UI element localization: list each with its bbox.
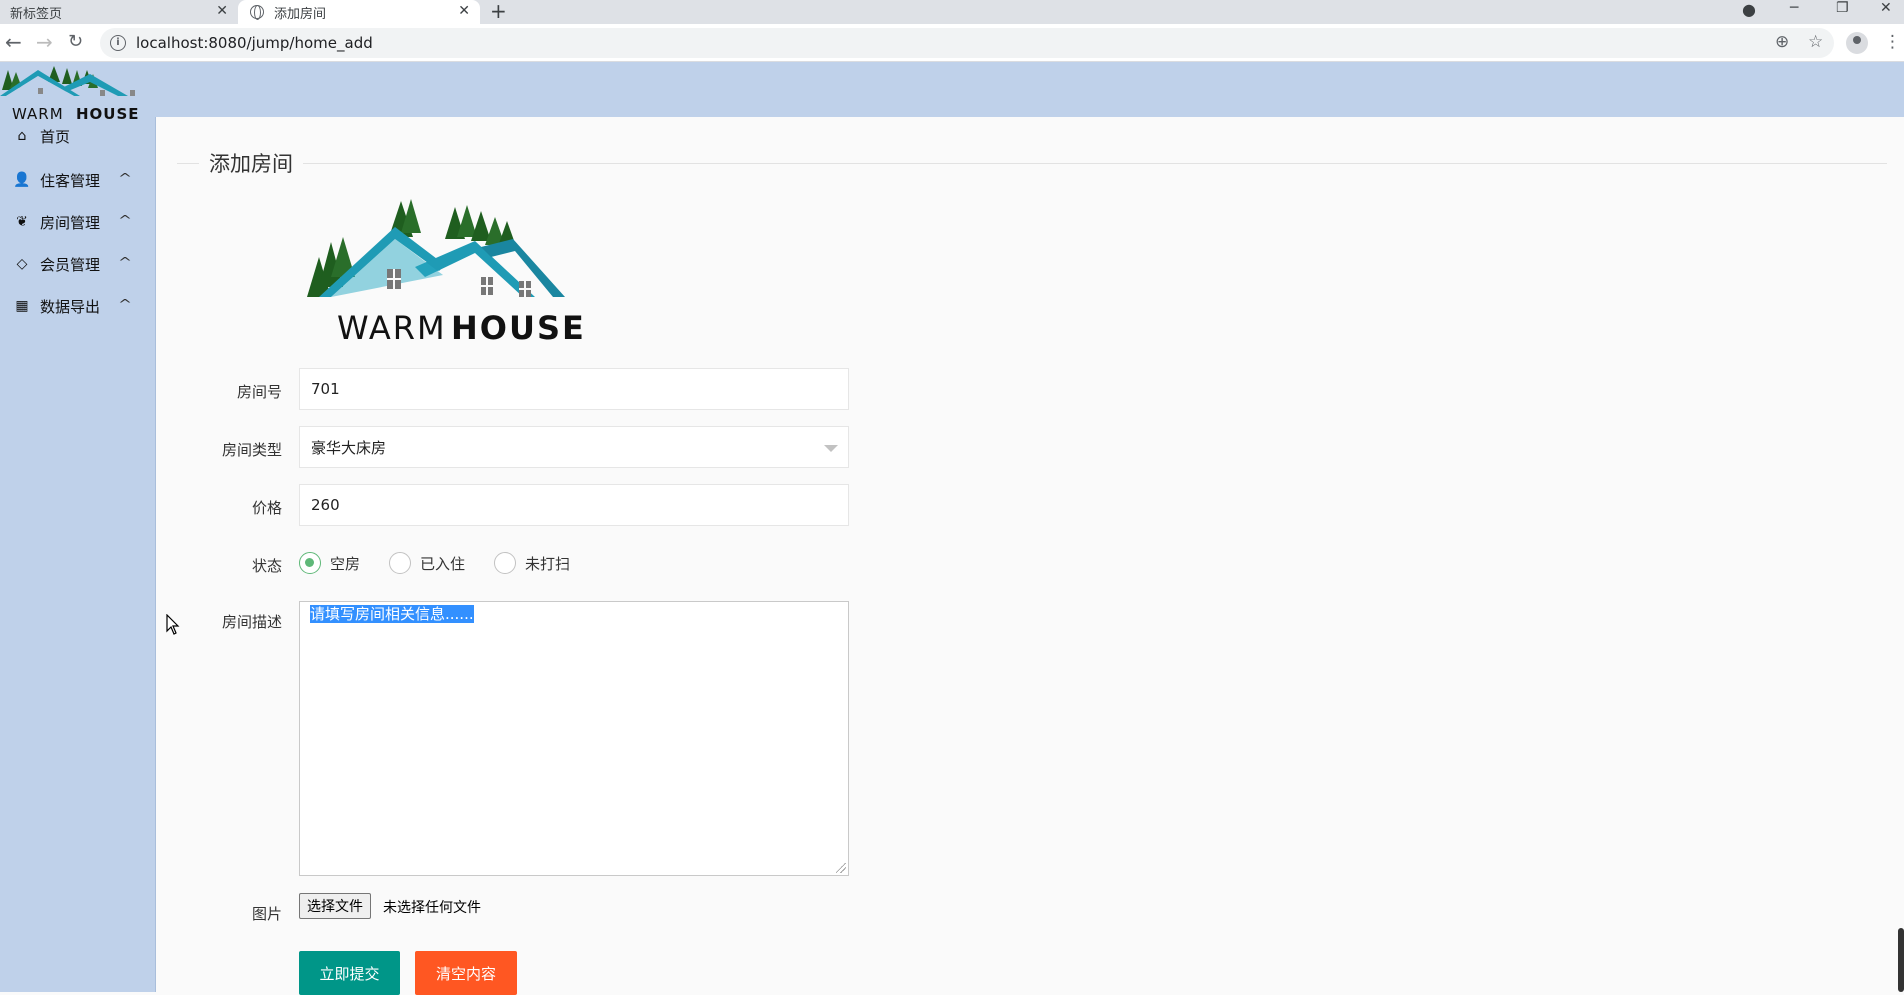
browser-toolbar: ← → ↻ i localhost:8080/jump/home_add ⊕ ☆… bbox=[0, 24, 1904, 62]
file-status-text: 未选择任何文件 bbox=[383, 900, 481, 916]
room-type-select[interactable]: 豪华大床房 bbox=[299, 426, 849, 468]
sidebar-item-label: 数据导出 bbox=[40, 297, 101, 316]
sidebar-item-rooms[interactable]: ❦ 房间管理 ^ bbox=[0, 201, 156, 243]
tab-label: 新标签页 bbox=[10, 6, 63, 22]
profile-menu-icon[interactable]: ● bbox=[1742, 0, 1756, 19]
header-logo[interactable]: WARM HOUSE bbox=[0, 62, 156, 124]
sidebar-item-label: 房间管理 bbox=[40, 213, 101, 232]
price-label: 价格 bbox=[251, 499, 282, 517]
radio-label: 已入住 bbox=[420, 554, 466, 573]
dropdown-arrow-icon bbox=[824, 445, 838, 452]
image-label: 图片 bbox=[251, 905, 282, 923]
chevron-up-icon: ^ bbox=[117, 297, 133, 311]
sidebar-item-label: 首页 bbox=[40, 127, 71, 146]
bookmark-star-icon[interactable]: ☆ bbox=[1808, 32, 1823, 52]
home-icon: ⌂ bbox=[17, 128, 27, 144]
chevron-up-icon: ^ bbox=[117, 255, 133, 269]
status-radio-occupied[interactable]: 已入住 bbox=[389, 552, 465, 574]
room-number-label: 房间号 bbox=[236, 383, 282, 401]
price-value: 260 bbox=[311, 496, 340, 514]
logo-text: WARM bbox=[337, 309, 447, 347]
scrollbar[interactable] bbox=[1898, 928, 1904, 992]
profile-avatar[interactable] bbox=[1846, 32, 1868, 54]
close-tab-icon[interactable]: ✕ bbox=[216, 3, 228, 19]
browser-tab-newtab[interactable]: 新标签页 ✕ bbox=[0, 0, 238, 24]
menu-dots-icon[interactable]: ⋮ bbox=[1884, 32, 1901, 52]
room-type-value: 豪华大床房 bbox=[311, 438, 387, 457]
reload-icon[interactable]: ↻ bbox=[68, 31, 83, 52]
description-text: 请填写房间相关信息...... bbox=[310, 605, 474, 623]
page-title: 添加房间 bbox=[199, 148, 303, 178]
close-tab-icon[interactable]: ✕ bbox=[458, 3, 470, 19]
room-number-value: 701 bbox=[311, 380, 340, 398]
choose-file-button[interactable]: 选择文件 bbox=[299, 893, 371, 919]
diamond-icon: ◇ bbox=[16, 256, 28, 272]
logo-text: HOUSE bbox=[451, 309, 586, 347]
price-input[interactable]: 260 bbox=[299, 484, 849, 526]
zoom-icon[interactable]: ⊕ bbox=[1775, 32, 1789, 52]
room-number-input[interactable]: 701 bbox=[299, 368, 849, 410]
info-icon[interactable]: i bbox=[110, 35, 126, 51]
sidebar-item-label: 住客管理 bbox=[40, 171, 101, 190]
description-textarea[interactable]: 请填写房间相关信息...... bbox=[299, 601, 849, 876]
radio-label: 未打扫 bbox=[525, 554, 571, 573]
sidebar-item-export[interactable]: ▦ 数据导出 ^ bbox=[0, 285, 156, 327]
user-icon: 👤 bbox=[13, 172, 31, 188]
globe-icon bbox=[250, 5, 264, 20]
sidebar-item-home[interactable]: ⌂ 首页 bbox=[0, 117, 156, 155]
minimize-icon[interactable]: ─ bbox=[1790, 0, 1798, 16]
palm-icon: ❦ bbox=[16, 214, 28, 230]
status-label: 状态 bbox=[251, 557, 282, 575]
back-icon[interactable]: ← bbox=[5, 30, 22, 54]
table-icon: ▦ bbox=[15, 298, 29, 314]
radio-checked-icon bbox=[299, 552, 321, 574]
resize-handle[interactable] bbox=[836, 863, 846, 873]
forward-icon[interactable]: → bbox=[36, 30, 53, 54]
browser-tab-bar: 新标签页 ✕ 添加房间 ✕ + ● ─ ❐ ✕ bbox=[0, 0, 1904, 24]
address-bar[interactable]: i localhost:8080/jump/home_add bbox=[100, 28, 1834, 58]
radio-unchecked-icon bbox=[389, 552, 411, 574]
mouse-cursor-icon bbox=[166, 614, 180, 635]
url-text: localhost:8080/jump/home_add bbox=[136, 34, 373, 52]
new-tab-icon[interactable]: + bbox=[490, 0, 507, 23]
restore-icon[interactable]: ❐ bbox=[1836, 0, 1849, 16]
divider bbox=[177, 163, 1887, 164]
window-close-icon[interactable]: ✕ bbox=[1880, 0, 1892, 16]
browser-tab-add-room[interactable]: 添加房间 ✕ bbox=[238, 0, 480, 24]
radio-unchecked-icon bbox=[494, 552, 516, 574]
submit-button[interactable]: 立即提交 bbox=[299, 951, 400, 995]
app-header bbox=[0, 62, 1904, 117]
status-radio-vacant[interactable]: 空房 bbox=[299, 552, 360, 574]
brand-logo: WARM HOUSE bbox=[305, 197, 605, 351]
sidebar-item-label: 会员管理 bbox=[40, 255, 101, 274]
chevron-up-icon: ^ bbox=[117, 171, 133, 185]
tab-label: 添加房间 bbox=[274, 6, 327, 22]
status-radio-uncleaned[interactable]: 未打扫 bbox=[494, 552, 570, 574]
chevron-up-icon: ^ bbox=[117, 213, 133, 227]
sidebar-item-members[interactable]: ◇ 会员管理 ^ bbox=[0, 243, 156, 285]
reset-button[interactable]: 清空内容 bbox=[415, 951, 517, 995]
sidebar-item-guests[interactable]: 👤 住客管理 ^ bbox=[0, 159, 156, 201]
radio-label: 空房 bbox=[330, 554, 361, 573]
main-content: 添加房间 WARM HOUSE 房间号 701 房间类型 豪华大床房 价格 26… bbox=[157, 117, 1904, 995]
room-type-label: 房间类型 bbox=[221, 441, 282, 459]
